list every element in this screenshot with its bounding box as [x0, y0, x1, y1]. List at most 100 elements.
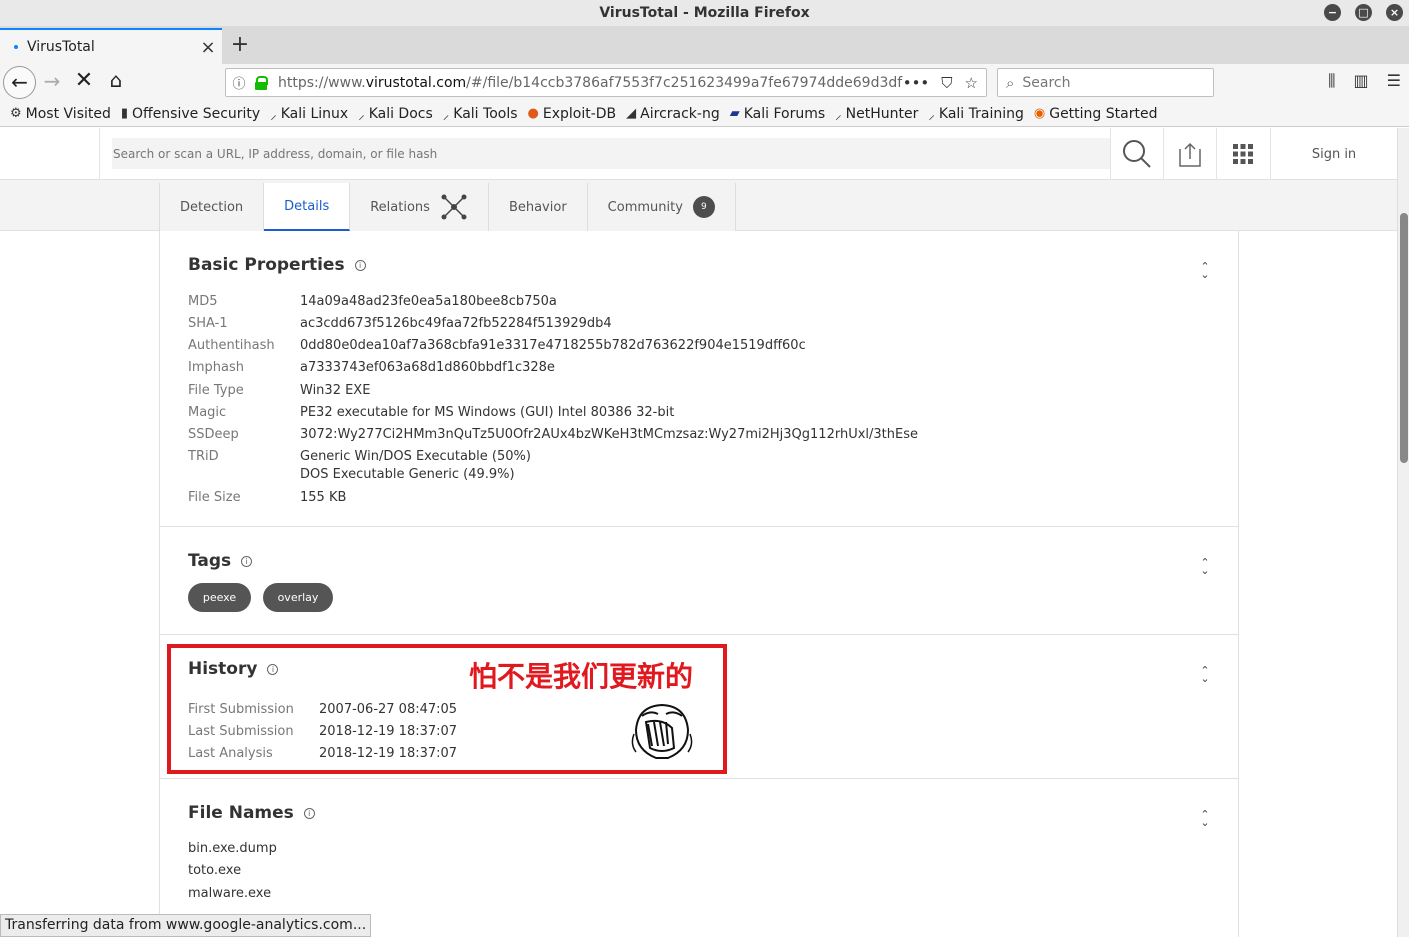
tab-relations-label: Relations — [370, 199, 430, 215]
vt-header: Search or scan a URL, IP address, domain… — [0, 128, 1397, 180]
info-icon[interactable]: i — [354, 259, 366, 271]
prop-value: 3072:Wy277Ci2HMm3nQuTz5U0Ofr2AUx4bzWKeH3… — [300, 427, 918, 442]
prop-label: SSDeep — [188, 427, 239, 442]
file-names-title: File Names i — [188, 803, 315, 823]
page-scrollbar[interactable] — [1397, 128, 1409, 937]
tab-strip: VirusTotal × + — [0, 26, 1409, 64]
info-icon[interactable]: i — [303, 807, 315, 819]
annotation-text: 怕不是我们更新的 — [469, 660, 694, 693]
menu-icon[interactable]: ☰ — [1387, 71, 1401, 91]
search-icon — [1123, 140, 1151, 168]
bookmark-nethunter[interactable]: ⸝ NetHunter — [835, 105, 918, 123]
prop-label: SHA-1 — [188, 316, 228, 331]
info-icon[interactable]: ⓘ — [226, 73, 252, 92]
library-icon[interactable]: ⫼ — [1328, 71, 1335, 91]
tags-title: Tags i — [188, 551, 253, 571]
minimize-button[interactable]: − — [1324, 4, 1341, 21]
prop-label: Imphash — [188, 360, 244, 375]
tag-pill[interactable]: peexe — [188, 583, 251, 612]
report-tabs: Detection Details Relations Behavior Com… — [159, 183, 736, 231]
sidebar-icon[interactable]: ▥ — [1354, 71, 1369, 91]
browser-tab[interactable]: VirusTotal × — [0, 28, 222, 64]
tabs-band: Detection Details Relations Behavior Com… — [0, 180, 1397, 231]
facepalm-meme-icon — [631, 703, 693, 759]
gear-icon: ⚙ — [10, 106, 22, 121]
tab-community[interactable]: Community 9 — [588, 183, 736, 231]
grid-icon — [1233, 144, 1253, 164]
collapse-chevron-icon[interactable]: ⌃ ⌄ — [1198, 557, 1212, 576]
kali-icon: ⸝ — [835, 107, 842, 123]
loading-dot-icon — [14, 45, 18, 49]
nav-bar: ← → ✕ ⌂ ⓘ https://www.virustotal.com/#/f… — [0, 64, 1409, 101]
pocket-icon[interactable]: ⛉ — [941, 74, 952, 92]
home-button[interactable]: ⌂ — [104, 68, 128, 92]
tab-community-label: Community — [607, 199, 683, 215]
bookmark-most-visited[interactable]: ⚙ Most Visited — [10, 106, 111, 122]
search-button[interactable] — [1110, 128, 1163, 180]
stop-button[interactable]: ✕ — [72, 68, 96, 93]
page-actions-icon[interactable]: ••• — [903, 74, 930, 92]
bookmark-exploit-db[interactable]: ● Exploit-DB — [528, 106, 617, 122]
close-window-button[interactable]: × — [1386, 4, 1403, 21]
prop-value: ac3cdd673f5126bc49faa72fb52284f513929db4 — [300, 316, 612, 331]
tab-behavior[interactable]: Behavior — [489, 183, 588, 231]
prop-value: PE32 executable for MS Windows (GUI) Int… — [300, 405, 675, 420]
bookmark-kali-tools[interactable]: ⸝ Kali Tools — [443, 105, 518, 123]
collapse-chevron-icon[interactable]: ⌃ ⌄ — [1198, 809, 1212, 828]
bookmark-kali-linux[interactable]: ⸝ Kali Linux — [270, 105, 348, 123]
status-bar: Transferring data from www.google-analyt… — [0, 914, 372, 937]
bookmark-kali-docs[interactable]: ⸝ Kali Docs — [358, 105, 433, 123]
apps-grid-button[interactable] — [1216, 128, 1269, 180]
info-icon[interactable]: i — [241, 555, 253, 567]
vt-search-placeholder: Search or scan a URL, IP address, domain… — [113, 146, 438, 161]
window-titlebar: VirusTotal - Mozilla Firefox − □ × — [0, 0, 1409, 26]
vt-search-input[interactable]: Search or scan a URL, IP address, domain… — [112, 138, 1110, 169]
offsec-icon: ▮ — [120, 106, 129, 121]
bookmark-getting-started[interactable]: ◉ Getting Started — [1034, 106, 1158, 122]
collapse-chevron-icon[interactable]: ⌃ ⌄ — [1198, 261, 1212, 280]
collapse-chevron-icon[interactable]: ⌃ ⌄ — [1198, 665, 1212, 684]
maximize-button[interactable]: □ — [1355, 4, 1372, 21]
lock-icon[interactable] — [252, 74, 270, 92]
upload-button[interactable] — [1163, 128, 1216, 180]
forums-icon: ▰ — [729, 106, 740, 121]
bookmark-kali-training[interactable]: ⸝ Kali Training — [928, 105, 1023, 123]
close-tab-icon[interactable]: × — [194, 37, 222, 58]
prop-value: 155 KB — [300, 490, 347, 505]
exploitdb-icon: ● — [527, 106, 539, 121]
sign-in-link[interactable]: Sign in — [1270, 128, 1397, 180]
bookmark-aircrack-ng[interactable]: ◢ Aircrack-ng — [626, 106, 720, 122]
search-placeholder: Search — [1022, 74, 1071, 91]
url-bar[interactable]: ⓘ https://www.virustotal.com/#/file/b14c… — [225, 68, 987, 97]
page-viewport: Search or scan a URL, IP address, domain… — [0, 128, 1397, 937]
bookmarks-bar: ⚙ Most Visited ▮ Offensive Security ⸝ Kali … — [0, 101, 1409, 127]
aircrack-icon: ◢ — [626, 106, 637, 121]
new-tab-button[interactable]: + — [228, 32, 252, 57]
tag-pill[interactable]: overlay — [263, 583, 333, 612]
prop-label: File Type — [188, 383, 244, 398]
tab-relations[interactable]: Relations — [350, 183, 489, 231]
file-name: bin.exe.dump — [188, 841, 277, 856]
bookmark-offensive-security[interactable]: ▮ Offensive Security — [121, 106, 260, 122]
forward-button[interactable]: → — [40, 69, 64, 93]
scrollbar-thumb[interactable] — [1400, 213, 1408, 463]
community-count-badge: 9 — [692, 196, 715, 218]
prop-value: Win32 EXE — [300, 383, 371, 398]
search-bar[interactable]: ⌕ Search — [997, 68, 1214, 97]
kali-icon: ⸝ — [358, 107, 365, 123]
relations-graph-icon — [441, 194, 467, 220]
basic-properties-title: Basic Properties i — [188, 255, 366, 275]
back-button[interactable]: ← — [3, 66, 36, 99]
url-text[interactable]: https://www.virustotal.com/#/file/b14ccb… — [278, 75, 903, 91]
bookmark-star-icon[interactable]: ☆ — [965, 74, 978, 92]
firefox-icon: ◉ — [1033, 106, 1046, 121]
tab-details[interactable]: Details — [264, 183, 351, 231]
search-icon: ⌕ — [1006, 73, 1015, 92]
vt-logo[interactable] — [0, 128, 100, 180]
bookmark-kali-forums[interactable]: ▰ Kali Forums — [730, 106, 825, 122]
kali-icon: ⸝ — [928, 107, 935, 123]
prop-label: File Size — [188, 490, 241, 505]
tab-detection[interactable]: Detection — [160, 183, 265, 231]
prop-label: Authentihash — [188, 338, 275, 353]
prop-label: Magic — [188, 405, 227, 420]
